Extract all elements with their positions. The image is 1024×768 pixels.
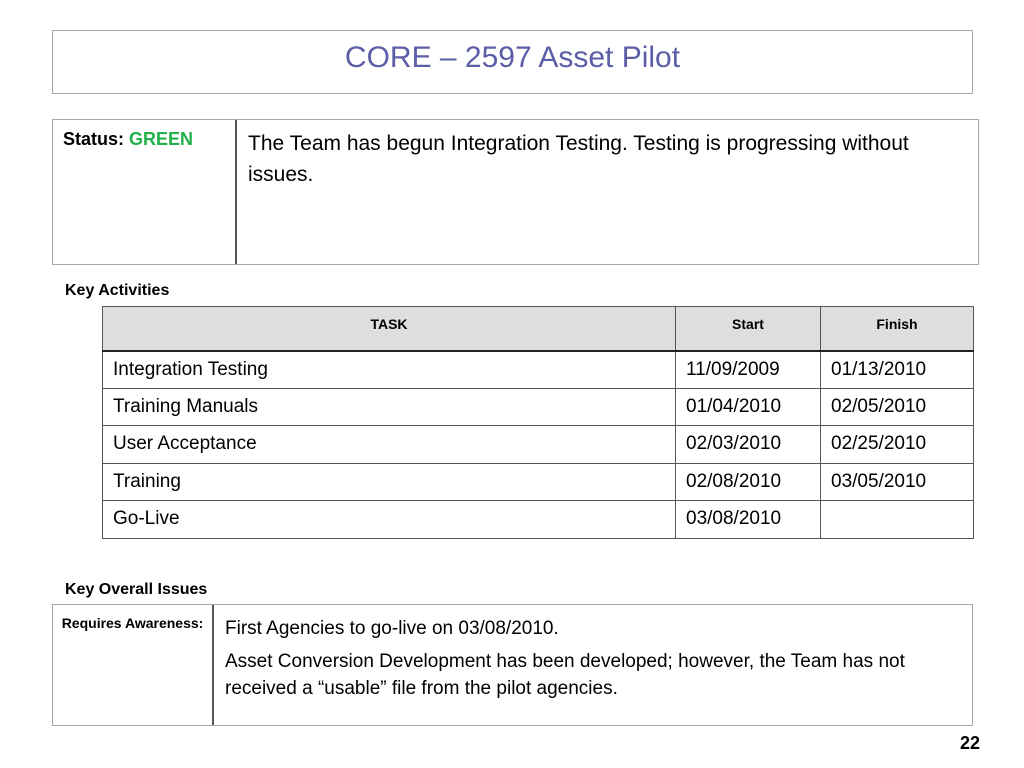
key-activities-heading: Key Activities [65,282,170,299]
issues-label-cell: Requires Awareness: [53,605,214,725]
status-label-wrap: Status: GREEN [63,129,193,150]
page-number: 22 [959,733,980,753]
task-cell: User Acceptance [102,425,676,464]
task-cell: Training [102,462,676,501]
task-cell: Training Manuals [102,387,676,426]
finish-cell: 03/05/2010 [820,462,974,501]
column-header-finish: Finish [820,306,974,352]
start-cell: 11/09/2009 [675,350,821,389]
start-cell: 02/03/2010 [675,425,821,464]
table-row: Integration Testing 11/09/2009 01/13/201… [102,350,974,389]
table-header-row: TASK Start Finish [102,306,974,352]
table-row: Go-Live 03/08/2010 [102,500,974,539]
start-cell: 01/04/2010 [675,387,821,426]
start-cell: 02/08/2010 [675,462,821,501]
status-label: Status: [63,129,125,149]
issue-paragraph: Asset Conversion Development has been de… [225,651,905,699]
key-overall-issues-heading: Key Overall Issues [65,581,208,598]
page-title: CORE – 2597 Asset Pilot [344,41,681,74]
issues-description: First Agencies to go-live on 03/08/2010.… [225,615,965,702]
table-row: User Acceptance 02/03/2010 02/25/2010 [102,425,974,464]
table-row: Training Manuals 01/04/2010 02/05/2010 [102,387,974,426]
finish-cell: 02/25/2010 [820,425,974,464]
task-cell: Integration Testing [102,350,676,389]
column-header-start: Start [675,306,821,352]
status-description: The Team has begun Integration Testing. … [248,132,909,186]
task-cell: Go-Live [102,500,676,539]
table-row: Training 02/08/2010 03/05/2010 [102,462,974,501]
column-header-task: TASK [102,306,676,352]
requires-awareness-label: Requires Awareness: [61,615,204,631]
title-box: CORE – 2597 Asset Pilot [52,30,973,94]
finish-cell [820,500,974,539]
start-cell: 03/08/2010 [675,500,821,539]
issues-box: Requires Awareness: First Agencies to go… [52,604,973,726]
status-value: GREEN [129,129,194,149]
finish-cell: 01/13/2010 [820,350,974,389]
status-label-cell: Status: GREEN [53,120,237,264]
status-box: Status: GREEN The Team has begun Integra… [52,119,979,265]
issue-paragraph: First Agencies to go-live on 03/08/2010. [225,618,559,639]
finish-cell: 02/05/2010 [820,387,974,426]
key-activities-table: TASK Start Finish Integration Testing 11… [102,306,974,539]
